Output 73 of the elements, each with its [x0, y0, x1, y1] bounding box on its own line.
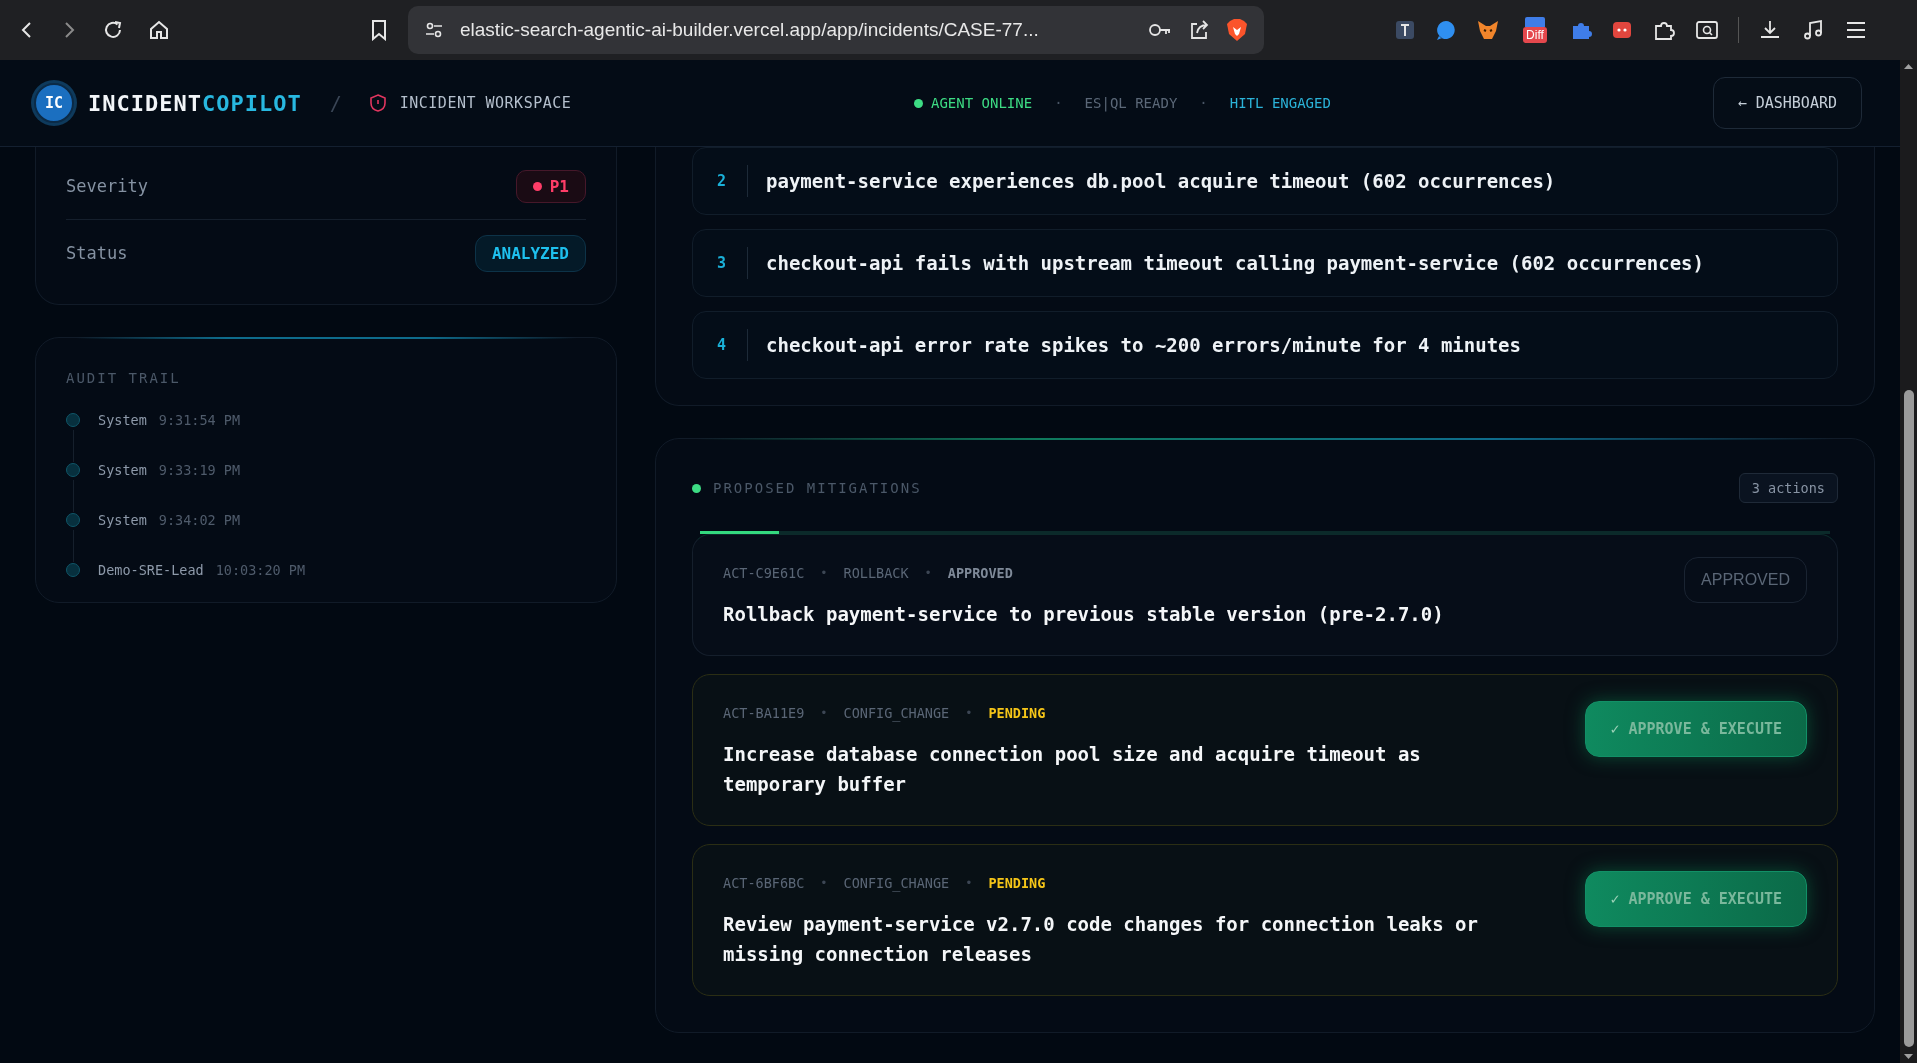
share-icon[interactable]	[1188, 19, 1210, 41]
action-status: APPROVED	[947, 565, 1013, 581]
audit-time: 9:34:02 PM	[158, 512, 241, 528]
fox-icon[interactable]	[1476, 19, 1500, 41]
section-title: PROPOSED MITIGATIONS	[713, 480, 922, 496]
step-text: checkout-api fails with upstream timeout calling payment-service (602 occurrences)	[766, 252, 1704, 274]
status-dot	[692, 483, 701, 493]
meta-separator: •	[820, 566, 828, 580]
step-number: 4	[717, 329, 748, 361]
action-title: Review payment-service v2.7.0 code changes for connection leaks or missing connection releases	[723, 912, 1479, 967]
audit-time: 9:31:54 PM	[158, 412, 241, 428]
status-label: HITL ENGAGED	[1229, 95, 1331, 111]
action-title: Increase database connection pool size and acquire timeout as temporary buffer	[723, 742, 1422, 797]
action-status: PENDING	[988, 705, 1046, 721]
lion-shield-icon[interactable]	[1226, 18, 1248, 42]
approve-button[interactable]: ✓ APPROVE & EXECUTE	[1585, 701, 1807, 757]
status-label: ES|QL READY	[1084, 95, 1178, 111]
timeline-dot	[66, 463, 80, 477]
field-label: Severity	[66, 176, 148, 196]
breadcrumb-separator: /	[329, 91, 342, 115]
status-separator: ·	[1054, 95, 1063, 111]
timeline-dot	[66, 563, 80, 577]
home-icon[interactable]	[148, 19, 170, 41]
bookmark-icon[interactable]	[370, 19, 388, 41]
meta-separator: •	[965, 876, 973, 890]
logo-badge: IC	[34, 83, 74, 123]
audit-actor: Demo-SRE-Lead	[98, 562, 204, 578]
extension-icon[interactable]	[1394, 19, 1416, 41]
action-type: CONFIG_CHANGE	[843, 875, 950, 891]
severity-badge: P1	[515, 169, 586, 203]
approve-button[interactable]: ✓ APPROVE & EXECUTE	[1585, 871, 1807, 927]
meta-separator: •	[820, 706, 828, 720]
step-text: payment-service experiences db.pool acquire timeout (602 occurrences)	[766, 170, 1556, 192]
action-id: ACT-C9E61C	[723, 565, 805, 581]
action-id: ACT-BA11E9	[723, 705, 805, 721]
status-separator: ·	[1199, 95, 1208, 111]
address-bar[interactable]: elastic-search-agentic-ai-builder.vercel.app/app/incidents/CASE-77...	[408, 6, 1264, 54]
audit-actor: System	[98, 412, 147, 428]
action-type: ROLLBACK	[843, 565, 909, 581]
timeline-dot	[66, 413, 80, 427]
dashboard-button[interactable]: ← DASHBOARD	[1712, 77, 1862, 129]
meta-separator: •	[965, 706, 973, 720]
meta-separator: •	[924, 566, 932, 580]
shield-icon	[369, 94, 386, 112]
reload-icon[interactable]	[102, 19, 124, 41]
status-label: AGENT ONLINE	[931, 95, 1033, 111]
scrollbar[interactable]	[1900, 60, 1917, 1063]
workspace-title: INCIDENT WORKSPACE	[399, 94, 572, 112]
action-id: ACT-6BF6BC	[723, 875, 805, 891]
section-title: AUDIT TRAIL	[66, 370, 182, 386]
step-number: 3	[717, 247, 748, 279]
count-badge: 3 actions	[1738, 473, 1838, 503]
url-text[interactable]: elastic-search-agentic-ai-builder.vercel.app/app/incidents/CASE-77...	[460, 19, 1132, 41]
audit-time: 10:03:20 PM	[215, 562, 306, 578]
extension-badge-icon[interactable]	[1611, 19, 1633, 41]
audit-time: 9:33:19 PM	[158, 462, 241, 478]
brand-name: INCIDENTCOPILOT	[88, 90, 302, 116]
online-dot	[914, 98, 923, 108]
status-badge: ANALYZED	[474, 234, 586, 272]
step-number: 2	[717, 165, 748, 197]
meta-separator: •	[820, 876, 828, 890]
action-title: Rollback payment-service to previous stable version (pre-2.7.0)	[723, 602, 1444, 627]
audit-actor: System	[98, 512, 147, 528]
action-status: PENDING	[988, 875, 1046, 891]
step-text: checkout-api error rate spikes to ~200 errors/minute for 4 minutes	[766, 334, 1521, 356]
reader-icon[interactable]	[1695, 18, 1719, 42]
chat-bubble-icon[interactable]	[1435, 19, 1457, 41]
audit-actor: System	[98, 462, 147, 478]
action-type: CONFIG_CHANGE	[843, 705, 950, 721]
field-label: Status	[66, 243, 128, 263]
timeline-dot	[66, 513, 80, 527]
music-note-icon[interactable]	[1801, 18, 1825, 42]
site-settings-icon[interactable]	[424, 20, 444, 40]
